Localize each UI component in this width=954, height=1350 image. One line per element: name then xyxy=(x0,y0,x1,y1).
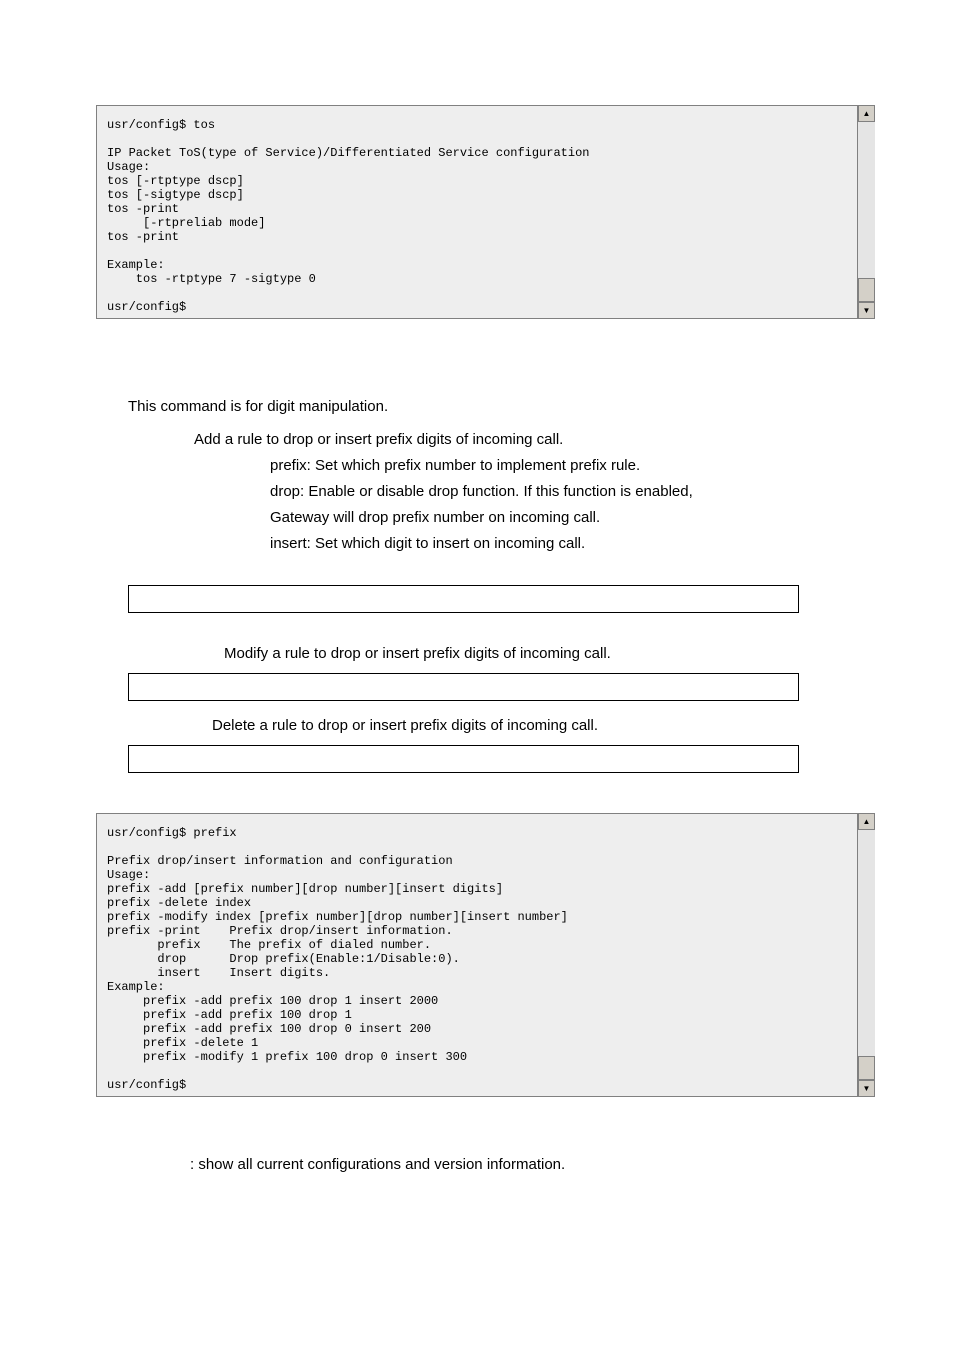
scroll-up-icon[interactable]: ▲ xyxy=(858,105,875,122)
empty-box-2 xyxy=(128,673,799,701)
modify-rule-text: Modify a rule to drop or insert prefix d… xyxy=(60,641,894,667)
intro-text: This command is for digit manipulation. xyxy=(60,397,894,417)
scroll-track[interactable] xyxy=(858,830,875,1056)
code-box-1-wrap: usr/config$ tos IP Packet ToS(type of Se… xyxy=(60,105,894,319)
insert-desc-text: insert: Set which digit to insert on inc… xyxy=(60,531,894,557)
scroll-thumb[interactable] xyxy=(858,278,875,302)
show-text: : show all current configurations and ve… xyxy=(60,1155,894,1175)
code-box-2-wrap: usr/config$ prefix Prefix drop/insert in… xyxy=(60,813,894,1097)
drop-desc-text: drop: Enable or disable drop function. I… xyxy=(60,479,894,505)
scroll-thumb[interactable] xyxy=(858,1056,875,1080)
code-output-tos: usr/config$ tos IP Packet ToS(type of Se… xyxy=(96,105,858,319)
scroll-down-icon[interactable]: ▼ xyxy=(858,302,875,319)
delete-rule-text: Delete a rule to drop or insert prefix d… xyxy=(60,713,894,739)
add-rule-text: Add a rule to drop or insert prefix digi… xyxy=(60,427,894,453)
drop-desc2-text: Gateway will drop prefix number on incom… xyxy=(60,505,894,531)
scroll-up-icon[interactable]: ▲ xyxy=(858,813,875,830)
code-output-prefix: usr/config$ prefix Prefix drop/insert in… xyxy=(96,813,858,1097)
prefix-desc-text: prefix: Set which prefix number to imple… xyxy=(60,453,894,479)
scrollbar-2[interactable]: ▲ ▼ xyxy=(858,813,875,1097)
document-page: usr/config$ tos IP Packet ToS(type of Se… xyxy=(0,0,954,1350)
scroll-down-icon[interactable]: ▼ xyxy=(858,1080,875,1097)
scroll-track[interactable] xyxy=(858,122,875,278)
empty-box-3 xyxy=(128,745,799,773)
empty-box-1 xyxy=(128,585,799,613)
scrollbar-1[interactable]: ▲ ▼ xyxy=(858,105,875,319)
